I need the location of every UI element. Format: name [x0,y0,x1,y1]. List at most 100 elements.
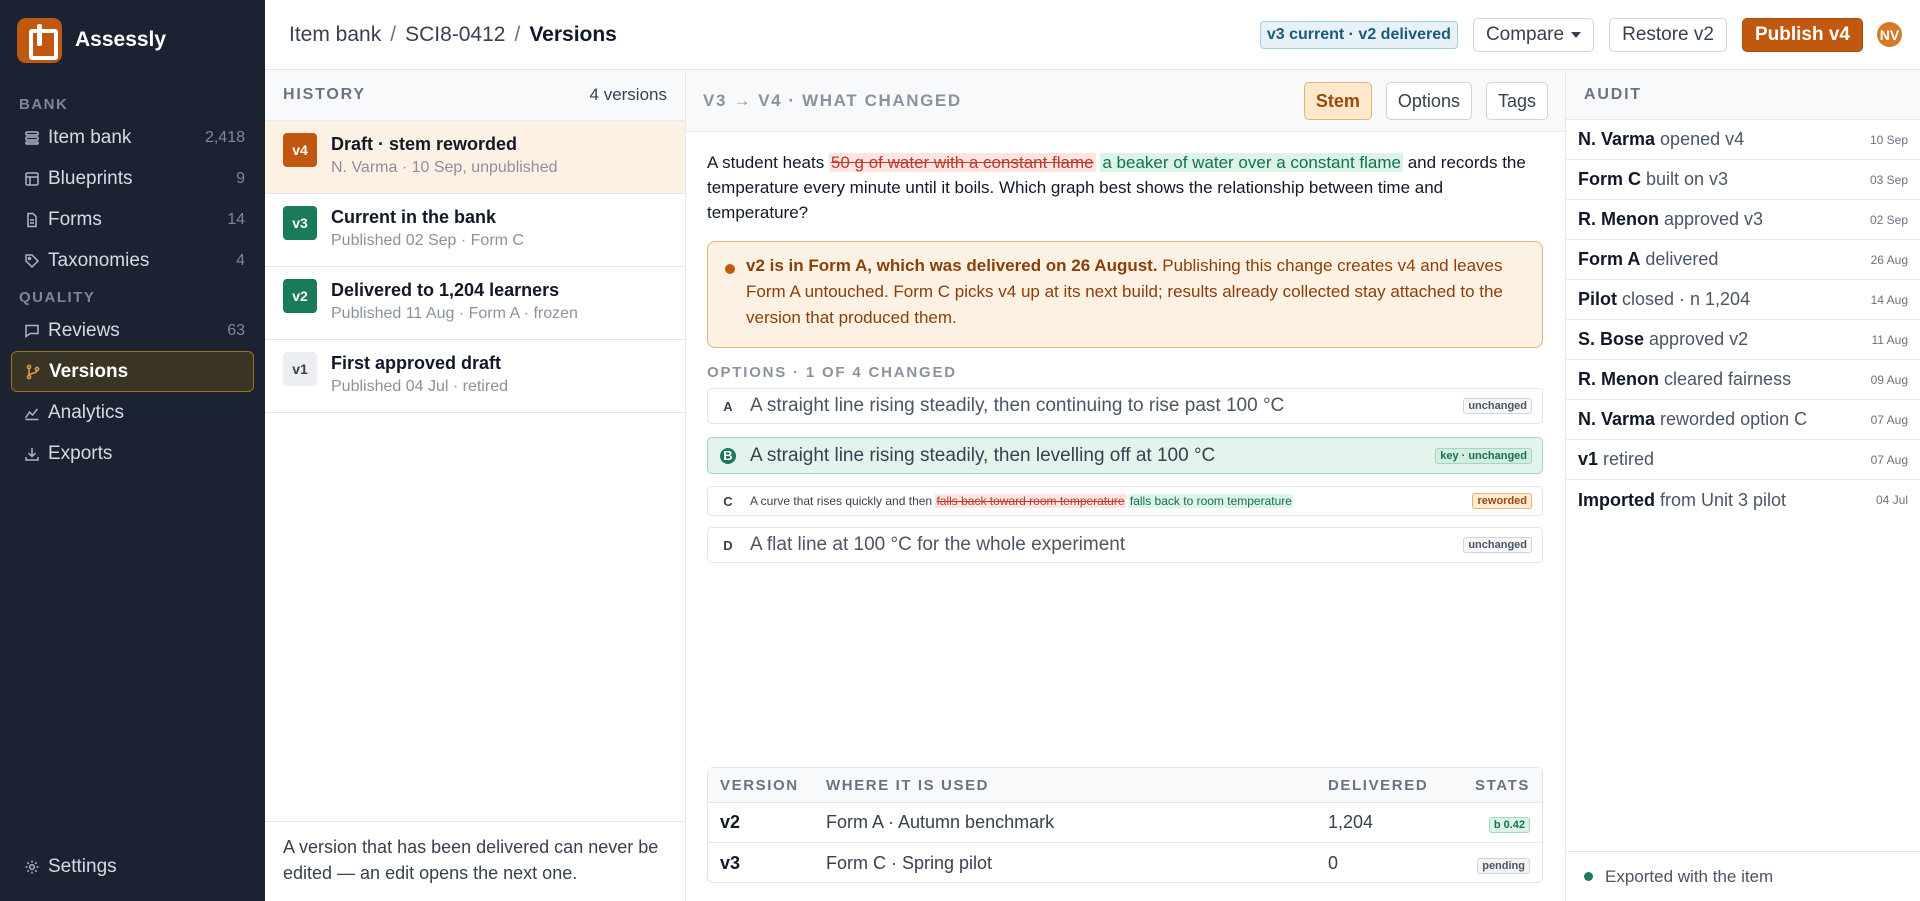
breadcrumb-item-bank[interactable]: Item bank [289,23,381,47]
page-title: Versions [529,22,617,46]
audit-action: retired [1603,449,1655,469]
history-title: HISTORY [283,86,366,103]
sidebar-item-taxonomies[interactable]: Taxonomies 4 [0,240,265,281]
usage-version: v3 [720,852,741,873]
history-item-sub: Published 02 Sep · Form C [331,232,524,249]
history-footer-note: A version that has been delivered can ne… [265,821,686,901]
option-letter: A [723,398,733,414]
usage-stats-badge: pending [1477,857,1530,874]
audit-action: reworded option C [1660,409,1808,429]
delivery-warning: v2 is in Form A, which was delivered on … [707,241,1543,348]
audit-header: AUDIT [1566,70,1920,120]
sidebar: Assessly BANK Item bank 2,418 Blueprints… [0,0,265,901]
compare-button[interactable]: Compare [1472,17,1595,52]
history-item-v1[interactable]: v1 First approved draft Published 04 Jul… [265,340,685,413]
grid-icon [22,169,42,189]
audit-actor: N. Varma [1578,129,1656,149]
sidebar-item-label: Versions [49,360,129,382]
list-item: v1 retired 07 Aug [1566,440,1920,480]
warning-dot-icon [725,264,735,274]
restore-button[interactable]: Restore v2 [1609,17,1727,52]
audit-date: 04 Jul [1875,493,1908,507]
sidebar-item-count: 2,418 [204,128,245,146]
history-item-v4[interactable]: v4 Draft · stem reworded N. Varma · 10 S… [265,121,685,194]
option-text: A flat line at 100 °C for the whole expe… [750,534,1126,555]
option-c[interactable]: C A curve that rises quickly and then fa… [707,486,1543,516]
history-item-v3[interactable]: v3 Current in the bank Published 02 Sep … [265,194,685,267]
status-badge: v3 current · v2 delivered [1259,20,1458,49]
audit-action: built on v3 [1646,169,1729,189]
chart-icon [22,403,42,423]
history-item-title: Current in the bank [331,207,497,227]
audit-action: opened v4 [1660,129,1745,149]
audit-date: 09 Aug [1870,372,1908,387]
sidebar-item-analytics[interactable]: Analytics [0,392,265,433]
list-item: Form Adelivered 26 Aug [1566,240,1920,280]
audit-actor: Imported [1578,489,1656,510]
list-item: N. Varma opened v4 10 Sep [1566,120,1920,160]
sidebar-item-label: Settings [48,855,117,877]
list-item: Imported from Unit 3 pilot 04 Jul [1566,480,1920,520]
audit-action: cleared fairness [1664,369,1792,389]
table-row[interactable]: v2 Form A · Autumn benchmark 1,204 b 0.4… [708,803,1542,843]
breadcrumb-separator: / [390,22,397,46]
list-item: R. Menon cleared fairness 09 Aug [1566,360,1920,400]
history-item-v2[interactable]: v2 Delivered to 1,204 learners Published… [265,267,685,340]
audit-footer-text: Exported with the item [1605,866,1774,886]
breadcrumb: Item bank / SCI8-0412 / Versions [265,23,617,47]
sidebar-item-blueprints[interactable]: Blueprints 9 [0,158,265,199]
history-item-title: Delivered to 1,204 learners [331,280,560,300]
history-header: HISTORY 4 versions [265,70,685,121]
tab-tags[interactable]: Tags [1485,81,1548,120]
audit-actor: Form C [1578,169,1641,189]
tab-stem[interactable]: Stem [1303,81,1372,120]
version-badge: v3 [283,206,317,240]
compare-label: Compare [1485,23,1565,45]
audit-actor: R. Menon [1578,369,1659,389]
column-header: WHERE IT IS USED [826,776,990,794]
usage-where: Form A · Autumn benchmark [826,812,1055,832]
sidebar-item-forms[interactable]: Forms 14 [0,199,265,240]
option-letter: D [723,537,733,553]
audit-date: 02 Sep [1869,212,1908,227]
usage-delivered: 0 [1328,852,1339,873]
history-panel: HISTORY 4 versions v4 Draft · stem rewor… [265,70,686,901]
option-text: A straight line rising steadily, then le… [750,444,1216,466]
option-letter: B [720,447,736,464]
sidebar-item-exports[interactable]: Exports [0,433,265,474]
avatar[interactable]: NV [1877,22,1902,47]
table-row[interactable]: v3 Form C · Spring pilot 0 pending [708,843,1542,883]
sidebar-item-item-bank[interactable]: Item bank 2,418 [0,117,265,158]
version-badge: v4 [283,133,317,167]
breadcrumb-item-code[interactable]: SCI8-0412 [405,23,505,47]
tab-options[interactable]: Options [1385,81,1472,120]
brand[interactable]: Assessly [0,0,265,80]
option-a[interactable]: A A straight line rising steadily, then … [707,388,1543,424]
app-name: Assessly [75,28,167,51]
sidebar-item-count: 4 [236,251,245,269]
sidebar-item-label: Item bank [48,126,132,148]
diff-tabs: Stem Options Tags [1290,81,1548,120]
option-tag: unchanged [1463,398,1532,414]
diff-title: V3 → V4 · WHAT CHANGED [703,90,962,110]
audit-panel: AUDIT N. Varma opened v4 10 Sep Form Cbuil… [1566,70,1920,901]
option-d[interactable]: D A flat line at 100 °C for the whole ex… [707,527,1543,563]
chat-icon [22,321,42,341]
top-bar: Item bank / SCI8-0412 / Versions v3 curr… [265,0,1920,70]
audit-footer: Exported with the item [1566,851,1920,901]
branch-icon [23,362,43,382]
diff-header: V3 → V4 · WHAT CHANGED Stem Options Tags [686,70,1565,132]
sidebar-item-reviews[interactable]: Reviews 63 [0,310,265,351]
stack-icon [22,128,42,148]
option-b[interactable]: B A straight line rising steadily, then … [707,437,1543,474]
sidebar-item-label: Blueprints [48,167,133,189]
stem-diff: A student heats 50 g of water with a con… [707,150,1547,225]
option-added-text: falls back to room temperature [1128,494,1293,508]
sidebar-item-versions[interactable]: Versions [11,351,254,392]
sidebar-item-count: 14 [227,210,245,228]
sidebar-item-settings[interactable]: Settings [0,846,137,887]
publish-button[interactable]: Publish v4 [1741,17,1863,52]
header-actions: v3 current · v2 delivered Compare Restor… [1259,17,1920,52]
audit-action: closed · n 1,204 [1622,289,1751,309]
option-tag: unchanged [1463,537,1532,553]
